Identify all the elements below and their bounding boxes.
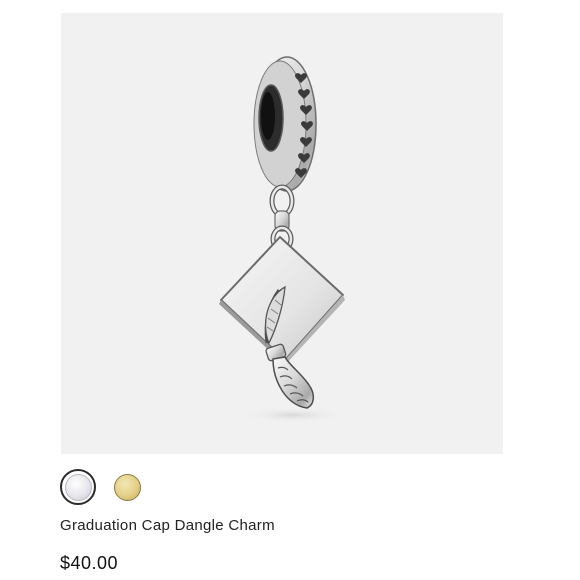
product-price: $40.00 (60, 553, 119, 573)
swatch-silver-fill (64, 473, 92, 501)
product-card: Graduation Cap Dangle Charm $40.00 (0, 0, 580, 580)
color-swatches (60, 469, 141, 505)
graduation-cap-charm-image (219, 56, 348, 423)
product-image[interactable] (61, 13, 503, 454)
product-name[interactable]: Graduation Cap Dangle Charm (60, 517, 275, 534)
swatch-gold[interactable] (114, 473, 141, 501)
swatch-silver[interactable] (60, 469, 96, 505)
